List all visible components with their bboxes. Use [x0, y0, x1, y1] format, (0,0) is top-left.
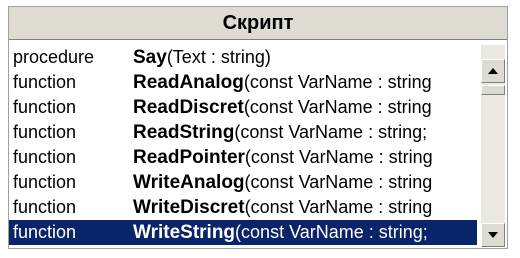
- vertical-scrollbar[interactable]: [481, 45, 505, 247]
- item-name: WriteString: [133, 221, 236, 243]
- scroll-up-button[interactable]: [481, 59, 505, 83]
- scroll-down-button[interactable]: [481, 223, 505, 247]
- item-params: (const VarName : string;: [234, 121, 428, 142]
- item-kind: function: [13, 147, 77, 167]
- item-params: (const VarName : string: [243, 96, 432, 117]
- arrow-down-icon: [488, 232, 498, 238]
- script-function-list[interactable]: procedure Say(Text : string) function Re…: [9, 45, 477, 247]
- item-kind: function: [13, 197, 77, 217]
- item-params: (const VarName : string: [244, 171, 433, 192]
- list-item[interactable]: function ReadPointer(const VarName : str…: [9, 145, 477, 170]
- item-params: (const VarName : string: [244, 196, 433, 217]
- list-item[interactable]: function ReadAnalog(const VarName : stri…: [9, 70, 477, 95]
- item-kind: function: [13, 72, 77, 92]
- item-name: ReadString: [133, 121, 235, 143]
- list-item[interactable]: function WriteDiscret(const VarName : st…: [9, 195, 477, 220]
- item-params: (const VarName : string: [244, 146, 433, 167]
- item-params: (const VarName : string;: [235, 221, 428, 242]
- item-name: WriteAnalog: [133, 171, 245, 193]
- item-name: WriteDiscret: [133, 196, 245, 218]
- item-params: (const VarName : string: [243, 71, 432, 92]
- arrow-up-icon: [488, 68, 498, 74]
- item-params: (Text : string): [166, 46, 271, 67]
- list-item[interactable]: function WriteAnalog(const VarName : str…: [9, 170, 477, 195]
- script-panel: Скрипт procedure Say(Text : string) func…: [8, 6, 508, 249]
- list-item[interactable]: procedure Say(Text : string): [9, 45, 477, 70]
- scrollbar-thumb[interactable]: [481, 85, 505, 95]
- item-kind: function: [13, 172, 77, 192]
- item-name: ReadAnalog: [133, 71, 244, 93]
- item-name: ReadDiscret: [133, 96, 244, 118]
- list-item[interactable]: function ReadString(const VarName : stri…: [9, 120, 477, 145]
- column-header-title: Скрипт: [222, 11, 294, 34]
- item-kind: function: [13, 122, 77, 142]
- list-item-selected[interactable]: function WriteString(const VarName : str…: [9, 220, 477, 245]
- item-kind: function: [13, 222, 77, 242]
- list-item[interactable]: function ReadDiscret(const VarName : str…: [9, 95, 477, 120]
- item-kind: procedure: [13, 47, 95, 67]
- item-name: ReadPointer: [133, 146, 245, 168]
- column-header[interactable]: Скрипт: [9, 7, 507, 40]
- item-name: Say: [133, 46, 167, 68]
- item-kind: function: [13, 97, 77, 117]
